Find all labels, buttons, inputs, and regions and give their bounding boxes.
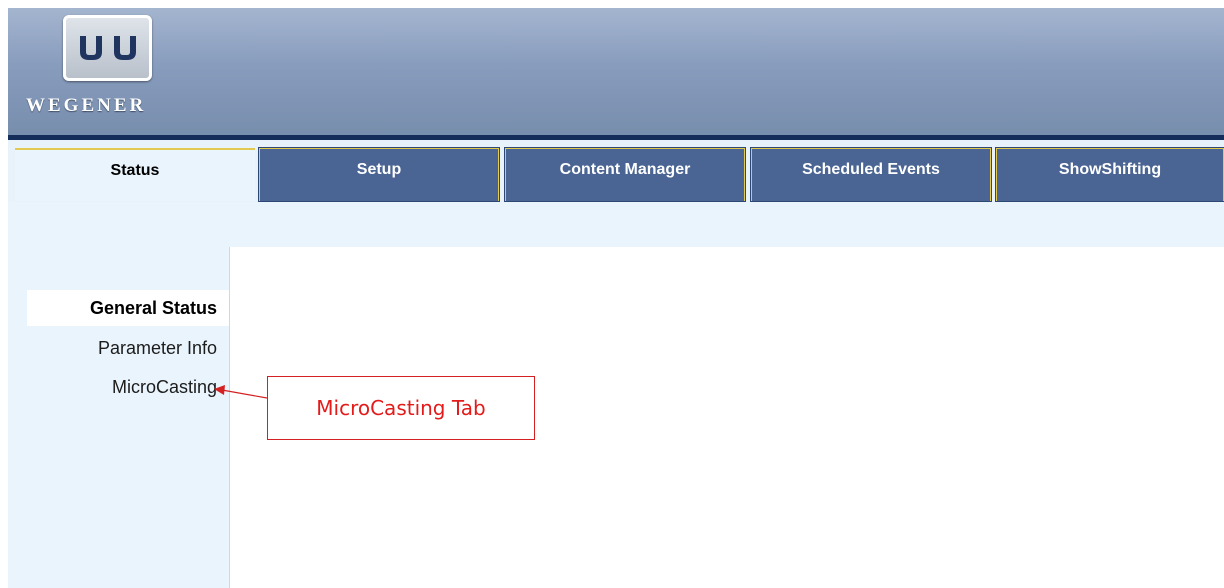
- logo-mark-icon: [79, 36, 136, 60]
- tab-setup[interactable]: Setup: [258, 147, 500, 202]
- wegener-logo: [63, 15, 152, 81]
- tab-content-manager[interactable]: Content Manager: [504, 147, 746, 202]
- tab-showshifting[interactable]: ShowShifting: [995, 147, 1224, 202]
- callout-annotation: MicroCasting Tab: [267, 376, 535, 440]
- sidebar-item-general-status[interactable]: General Status: [90, 298, 217, 319]
- tab-scheduled-events[interactable]: Scheduled Events: [750, 147, 992, 202]
- tab-status[interactable]: Status: [15, 148, 255, 201]
- sidebar-item-parameter-info[interactable]: Parameter Info: [98, 338, 217, 359]
- sidebar-item-microcasting[interactable]: MicroCasting: [112, 377, 217, 398]
- arrow-left-icon: [214, 385, 268, 399]
- subheader-strip: [8, 202, 1224, 247]
- brand-name: WEGENER: [26, 95, 147, 116]
